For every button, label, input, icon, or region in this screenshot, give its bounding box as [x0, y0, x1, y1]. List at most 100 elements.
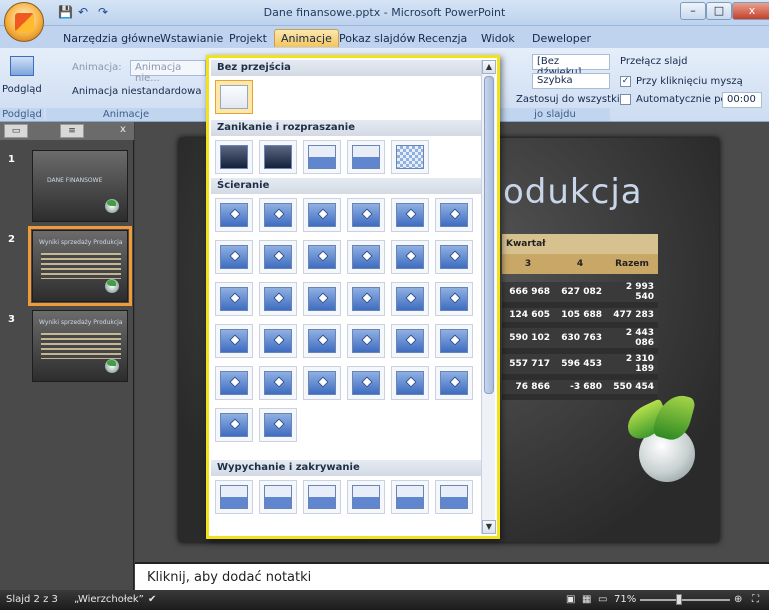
tab-narzedzia-glowne[interactable]: Narzędzia główne — [63, 30, 161, 48]
transition-wipe[interactable] — [303, 198, 341, 232]
transition-wipe[interactable] — [215, 198, 253, 232]
thumb-table — [41, 333, 121, 359]
tab-pokaz-slajdow[interactable]: Pokaz slajdów — [339, 30, 415, 48]
transition-wipe[interactable] — [347, 198, 385, 232]
view-normal-icon[interactable]: ▣ — [566, 594, 575, 605]
slide-number: 1 — [8, 154, 15, 165]
transition-wipe[interactable] — [215, 408, 253, 442]
gallery-scrollbar[interactable]: ▲ ▼ — [481, 60, 496, 534]
custom-animation-button[interactable]: Animacja niestandardowa — [72, 86, 201, 97]
transition-push[interactable] — [215, 480, 253, 514]
on-click-label: Przy kliknięciu myszą — [636, 76, 743, 87]
spellcheck-icon[interactable]: ✔ — [148, 594, 156, 605]
transition-wipe[interactable] — [391, 366, 429, 400]
transition-wipe[interactable] — [347, 282, 385, 316]
transition-wipe[interactable] — [215, 366, 253, 400]
transition-wipe[interactable] — [259, 366, 297, 400]
auto-time-input[interactable]: 00:00 — [722, 92, 762, 108]
on-click-checkbox[interactable]: ✓ — [620, 76, 631, 87]
slide-title[interactable]: odukcja — [503, 172, 643, 212]
notes-pane[interactable]: Kliknij, aby dodać notatki — [135, 562, 769, 590]
transition-wipe[interactable] — [303, 240, 341, 274]
tab-deweloper[interactable]: Deweloper — [532, 30, 591, 48]
transition-wipe[interactable] — [215, 324, 253, 358]
transition-fade[interactable] — [259, 140, 297, 174]
slide-thumbnail[interactable]: Wyniki sprzedaży Produkcja — [32, 310, 128, 382]
tab-recenzja[interactable]: Recenzja — [418, 30, 467, 48]
transition-wipe[interactable] — [215, 282, 253, 316]
section-push-cover: Wypychanie i zakrywanie — [211, 460, 481, 476]
transition-wipe[interactable] — [435, 240, 473, 274]
transition-fade[interactable] — [303, 140, 341, 174]
section-wipes: Ścieranie — [211, 178, 481, 194]
scroll-up-icon[interactable]: ▲ — [482, 60, 496, 74]
transition-push[interactable] — [391, 480, 429, 514]
transition-push[interactable] — [259, 480, 297, 514]
slide-number: 2 — [8, 234, 15, 245]
transition-wipe[interactable] — [347, 324, 385, 358]
transition-fade[interactable] — [347, 140, 385, 174]
transition-push[interactable] — [347, 480, 385, 514]
speed-combo[interactable]: Szybka — [532, 73, 610, 89]
animation-combo[interactable]: Animacja nie... — [130, 60, 206, 84]
data-table[interactable]: Kwartał 3 4 Razem 666 968 627 082 2 993 54… — [502, 234, 658, 400]
scroll-thumb[interactable] — [484, 76, 494, 394]
transition-wipe[interactable] — [215, 240, 253, 274]
transition-wipe[interactable] — [391, 240, 429, 274]
zoom-level[interactable]: 71% — [614, 594, 636, 605]
transition-wipe[interactable] — [303, 366, 341, 400]
tab-projekt[interactable]: Projekt — [229, 30, 267, 48]
fit-window-icon[interactable]: ⛶ — [752, 594, 759, 605]
slide-thumbnail-selected[interactable]: Wyniki sprzedaży Produkcja — [28, 226, 132, 306]
office-button[interactable] — [4, 2, 44, 42]
auto-after-checkbox[interactable] — [620, 94, 631, 105]
section-fade-dissolve: Zanikanie i rozpraszanie — [211, 120, 481, 136]
transition-wipe[interactable] — [259, 324, 297, 358]
table-header-cell: Razem — [606, 254, 658, 274]
transition-wipe[interactable] — [259, 198, 297, 232]
transition-wipe[interactable] — [391, 324, 429, 358]
apply-all-button[interactable]: Zastosuj do wszystkich — [516, 94, 631, 105]
transition-wipe[interactable] — [435, 366, 473, 400]
transition-push-icon — [308, 485, 336, 509]
transition-wipe[interactable] — [435, 198, 473, 232]
table-group-header: Kwartał — [502, 234, 658, 254]
tab-slides[interactable]: ▭ — [4, 124, 28, 138]
transition-wipe[interactable] — [347, 366, 385, 400]
transition-wipe[interactable] — [435, 282, 473, 316]
transition-wipe[interactable] — [391, 282, 429, 316]
transition-wipe[interactable] — [259, 282, 297, 316]
transition-push[interactable] — [435, 480, 473, 514]
sound-combo[interactable]: [Bez dźwięku] — [532, 54, 610, 78]
zoom-in-icon[interactable]: ⊕ — [734, 594, 742, 605]
table-header-cell: 4 — [554, 254, 606, 274]
logo-icon — [105, 199, 119, 213]
transition-fade[interactable] — [391, 140, 429, 174]
transition-wipe[interactable] — [259, 240, 297, 274]
transition-fade-icon — [352, 145, 380, 169]
transition-push[interactable] — [303, 480, 341, 514]
close-button[interactable]: x — [732, 2, 769, 20]
view-slideshow-icon[interactable]: ▭ — [598, 594, 607, 605]
zoom-slider[interactable] — [640, 599, 730, 601]
tab-wstawianie[interactable]: Wstawianie — [160, 30, 223, 48]
view-sorter-icon[interactable]: ▦ — [582, 594, 591, 605]
transition-wipe[interactable] — [347, 240, 385, 274]
maximize-button[interactable]: □ — [706, 2, 732, 20]
transition-none[interactable] — [215, 80, 253, 114]
transition-wipe[interactable] — [259, 408, 297, 442]
minimize-button[interactable]: – — [680, 2, 706, 20]
tab-widok[interactable]: Widok — [481, 30, 515, 48]
scroll-down-icon[interactable]: ▼ — [482, 520, 496, 534]
transition-wipe[interactable] — [435, 324, 473, 358]
close-pane-icon[interactable]: x — [120, 124, 126, 135]
zoom-slider-thumb[interactable] — [676, 594, 682, 605]
tab-outline[interactable]: ≡ — [60, 124, 84, 138]
transition-wipe[interactable] — [303, 324, 341, 358]
slide-thumbnail[interactable]: DANE FINANSOWE — [32, 150, 128, 222]
tab-animacje[interactable]: Animacje — [274, 29, 339, 47]
transition-fade[interactable] — [215, 140, 253, 174]
preview-button[interactable]: Podgląd — [2, 54, 42, 104]
transition-wipe[interactable] — [391, 198, 429, 232]
transition-wipe[interactable] — [303, 282, 341, 316]
